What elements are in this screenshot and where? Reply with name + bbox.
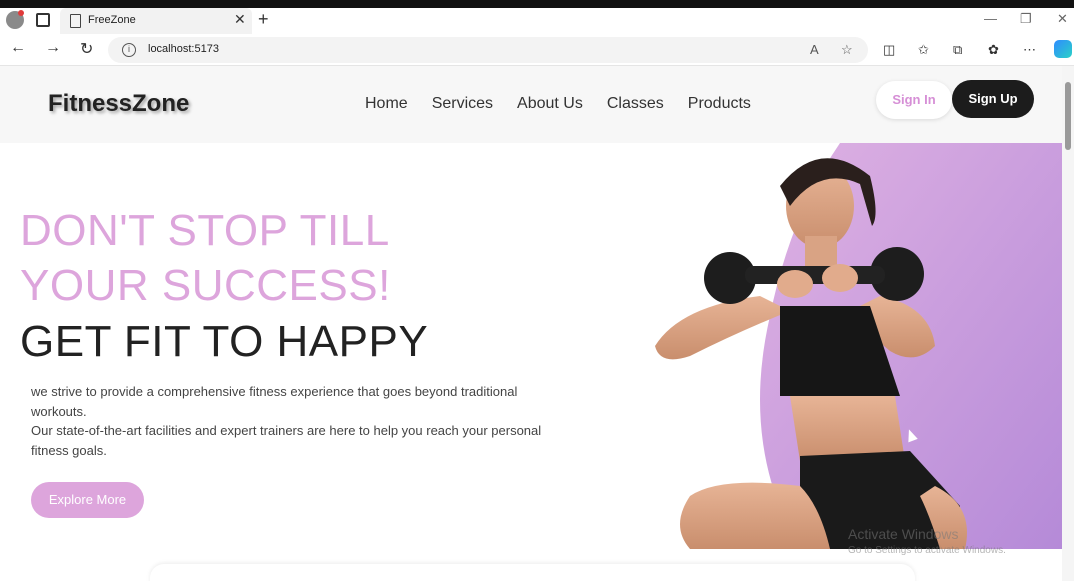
favorites-icon[interactable]: ✩ — [918, 42, 929, 58]
scrollbar-thumb[interactable] — [1065, 82, 1071, 150]
sign-up-button[interactable]: Sign Up — [952, 80, 1034, 118]
minimize-icon[interactable]: — — [984, 11, 997, 26]
copilot-icon[interactable] — [1054, 40, 1072, 58]
collections-icon[interactable]: ⧉ — [953, 42, 962, 58]
nav-classes[interactable]: Classes — [607, 95, 664, 113]
explore-more-button[interactable]: Explore More — [31, 482, 144, 518]
more-menu-icon[interactable]: ⋯ — [1023, 42, 1036, 58]
hero-description-line-1: we strive to provide a comprehensive fit… — [31, 384, 518, 419]
nav-products[interactable]: Products — [688, 95, 751, 113]
webpage: FitnessZone Home Services About Us Class… — [0, 66, 1062, 581]
nav-about-us[interactable]: About Us — [517, 95, 583, 113]
back-icon[interactable]: ← — [10, 39, 26, 57]
url-input[interactable]: i localhost:5173 A ☆ — [108, 37, 868, 63]
url-text: localhost:5173 — [148, 43, 219, 55]
new-tab-icon[interactable]: + — [258, 9, 269, 30]
site-info-icon[interactable]: i — [122, 43, 136, 57]
hero-headline-2: YOUR SUCCESS! — [20, 261, 391, 310]
address-bar: ← → ↻ i localhost:5173 A ☆ ◫ ✩ ⧉ ✿ ⋯ — [0, 34, 1074, 66]
main-nav: Home Services About Us Classes Products — [365, 95, 751, 113]
sign-in-button[interactable]: Sign In — [876, 81, 952, 119]
tab-title: FreeZone — [88, 14, 136, 26]
read-aloud-icon[interactable]: A — [810, 42, 819, 57]
nav-home[interactable]: Home — [365, 95, 408, 113]
hero-description: we strive to provide a comprehensive fit… — [31, 382, 551, 460]
activate-windows-title: Activate Windows — [848, 526, 959, 542]
hero-headline-3: GET FIT TO HAPPY — [20, 317, 429, 366]
nav-services[interactable]: Services — [432, 95, 493, 113]
extensions-icon[interactable]: ✿ — [988, 42, 999, 58]
split-screen-icon[interactable]: ◫ — [883, 42, 895, 58]
tab-close-icon[interactable]: ✕ — [234, 11, 246, 28]
window-top-edge — [0, 0, 1074, 8]
refresh-icon[interactable]: ↻ — [80, 39, 93, 59]
forward-icon[interactable]: → — [45, 39, 61, 57]
feature-cards-strip — [150, 564, 915, 581]
hero-headline-1: DON'T STOP TILL — [20, 206, 390, 255]
tab-actions-icon[interactable] — [36, 13, 50, 27]
tab-strip: FreeZone ✕ + — ❐ ✕ — [0, 8, 1074, 34]
notification-dot — [18, 10, 24, 16]
favorite-star-icon[interactable]: ☆ — [841, 42, 853, 58]
site-logo[interactable]: FitnessZone — [48, 90, 189, 118]
hero-description-line-2: Our state-of-the-art facilities and expe… — [31, 423, 542, 458]
restore-icon[interactable]: ❐ — [1020, 11, 1032, 27]
page-icon — [70, 14, 81, 28]
activate-windows-subtitle: Go to Settings to activate Windows. — [848, 545, 1006, 556]
browser-tab[interactable]: FreeZone ✕ — [60, 8, 252, 34]
site-header: FitnessZone Home Services About Us Class… — [0, 66, 1062, 143]
close-window-icon[interactable]: ✕ — [1057, 11, 1068, 27]
page-scrollbar[interactable] — [1062, 66, 1074, 581]
